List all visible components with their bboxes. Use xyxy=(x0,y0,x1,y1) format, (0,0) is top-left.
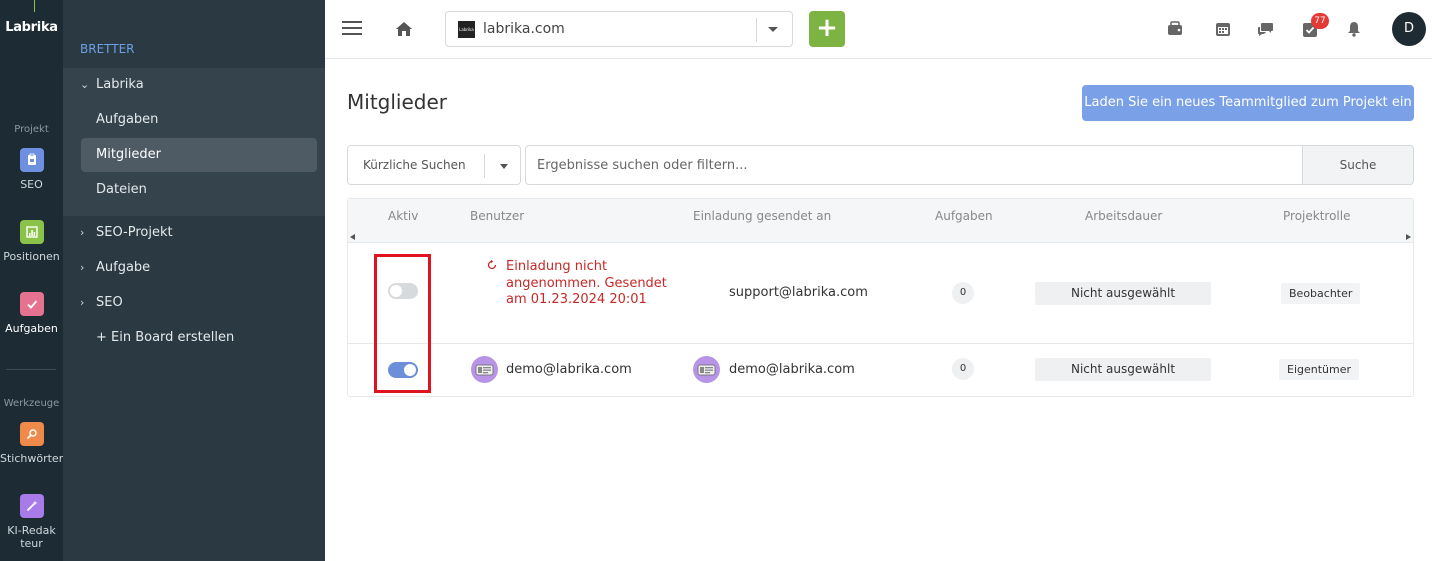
column-header-invite-sent-to[interactable]: Einladung gesendet an xyxy=(693,209,831,223)
chevron-down-icon: ⌄ xyxy=(80,78,90,91)
refresh-icon xyxy=(487,259,497,270)
rail-item-keywords[interactable]: Stichwörter xyxy=(0,422,63,465)
invitee-avatar-icon xyxy=(693,356,720,383)
rail-divider xyxy=(6,369,56,370)
user-avatar[interactable]: D xyxy=(1392,12,1426,46)
add-button[interactable]: + xyxy=(809,11,845,47)
check-icon xyxy=(19,292,44,316)
work-duration[interactable]: Nicht ausgewählt xyxy=(1035,358,1211,381)
recent-searches-label: Kürzliche Suchen xyxy=(363,158,466,172)
board-item-tasks[interactable]: Aufgaben xyxy=(96,112,158,127)
table-header: Aktiv Benutzer Einladung gesendet an Auf… xyxy=(348,199,1413,243)
notification-badge: 77 xyxy=(1311,13,1329,29)
project-logo: Labrika xyxy=(458,21,475,38)
wallet-icon[interactable] xyxy=(1165,19,1185,39)
left-rail: Labrika Projekt SEO Positionen Aufgaben … xyxy=(0,0,63,561)
search-input[interactable] xyxy=(525,145,1303,185)
bell-icon[interactable] xyxy=(1344,19,1364,39)
user-avatar-icon xyxy=(471,356,498,383)
column-header-duration[interactable]: Arbeitsdauer xyxy=(1085,209,1162,223)
rail-item-tasks[interactable]: Aufgaben xyxy=(0,292,63,335)
chevron-down-icon[interactable] xyxy=(768,27,778,32)
hamburger-menu-icon[interactable] xyxy=(342,21,362,37)
board-labrika[interactable]: ⌄ Labrika xyxy=(80,77,144,92)
scroll-right-arrow-icon[interactable] xyxy=(1406,234,1411,240)
column-header-tasks[interactable]: Aufgaben xyxy=(935,209,993,223)
rail-item-label: Positionen xyxy=(3,250,60,263)
table-row: demo@labrika.com demo@labrika.com 0 Nich… xyxy=(348,344,1413,396)
page-title: Mitglieder xyxy=(347,90,447,114)
column-header-user[interactable]: Benutzer xyxy=(470,209,524,223)
rail-item-label: KI-Redakteur xyxy=(7,524,56,550)
column-header-active[interactable]: Aktiv xyxy=(388,209,418,223)
board-label: SEO xyxy=(96,295,123,310)
clipboard-icon xyxy=(19,148,44,172)
board-seo-project[interactable]: › SEO-Projekt xyxy=(80,225,173,240)
task-count: 0 xyxy=(952,282,974,304)
boards-heading: BRETTER xyxy=(80,42,135,56)
section-label-project: Projekt xyxy=(14,124,49,135)
logo-accent-line xyxy=(34,0,35,12)
project-role[interactable]: Beobachter xyxy=(1281,283,1361,304)
active-column-highlight xyxy=(374,254,431,393)
search-button[interactable]: Suche xyxy=(1302,145,1414,185)
board-seo[interactable]: › SEO xyxy=(80,295,123,310)
chat-icon[interactable] xyxy=(1256,19,1276,39)
board-label: SEO-Projekt xyxy=(96,225,173,240)
task-count: 0 xyxy=(952,358,974,380)
section-label-tools: Werkzeuge xyxy=(3,398,60,409)
work-duration[interactable]: Nicht ausgewählt xyxy=(1035,282,1211,305)
project-role[interactable]: Eigentümer xyxy=(1279,359,1360,380)
chevron-right-icon: › xyxy=(80,261,85,274)
project-select-value: labrika.com xyxy=(483,21,565,37)
chevron-down-icon[interactable] xyxy=(500,164,508,169)
home-icon[interactable] xyxy=(393,18,415,40)
select-separator xyxy=(756,18,757,42)
recent-searches-dropdown[interactable]: Kürzliche Suchen xyxy=(347,145,521,185)
column-header-role[interactable]: Projektrolle xyxy=(1283,209,1350,223)
app-logo[interactable]: Labrika xyxy=(0,20,63,35)
chart-icon xyxy=(19,220,44,244)
board-label: Labrika xyxy=(96,77,144,92)
user-email: demo@labrika.com xyxy=(506,362,632,377)
project-select[interactable]: Labrika labrika.com xyxy=(445,11,793,47)
board-item-members[interactable]: Mitglieder xyxy=(81,138,317,172)
scroll-left-arrow-icon[interactable] xyxy=(350,234,355,240)
rail-item-label: Aufgaben xyxy=(5,322,58,335)
dropdown-separator xyxy=(484,154,485,178)
invite-email: demo@labrika.com xyxy=(729,362,855,377)
rail-item-label: Stichwörter xyxy=(0,452,64,465)
create-board-link[interactable]: + Ein Board erstellen xyxy=(96,330,234,345)
key-search-icon xyxy=(19,422,44,446)
invite-member-button[interactable]: Laden Sie ein neues Teammitglied zum Pro… xyxy=(1082,85,1414,121)
board-item-files[interactable]: Dateien xyxy=(96,182,147,197)
invite-pending-text: Einladung nicht angenommen. Gesendet am … xyxy=(506,259,667,307)
board-label: Aufgabe xyxy=(96,260,151,275)
chevron-right-icon: › xyxy=(80,226,85,239)
invite-email: support@labrika.com xyxy=(729,285,868,300)
rail-item-seo[interactable]: SEO xyxy=(0,148,63,191)
boards-sidebar: BRETTER ⌄ Labrika Aufgaben Mitglieder Da… xyxy=(63,0,325,561)
top-bar: Labrika labrika.com + 77 D xyxy=(325,0,1432,59)
calendar-icon[interactable] xyxy=(1213,19,1233,39)
rail-item-positions[interactable]: Positionen xyxy=(0,220,63,263)
board-task[interactable]: › Aufgabe xyxy=(80,260,150,275)
magic-wand-icon xyxy=(19,494,44,518)
rail-item-ai-editor[interactable]: KI-Redakteur xyxy=(0,494,63,550)
rail-item-label: SEO xyxy=(20,178,43,191)
chevron-right-icon: › xyxy=(80,296,85,309)
